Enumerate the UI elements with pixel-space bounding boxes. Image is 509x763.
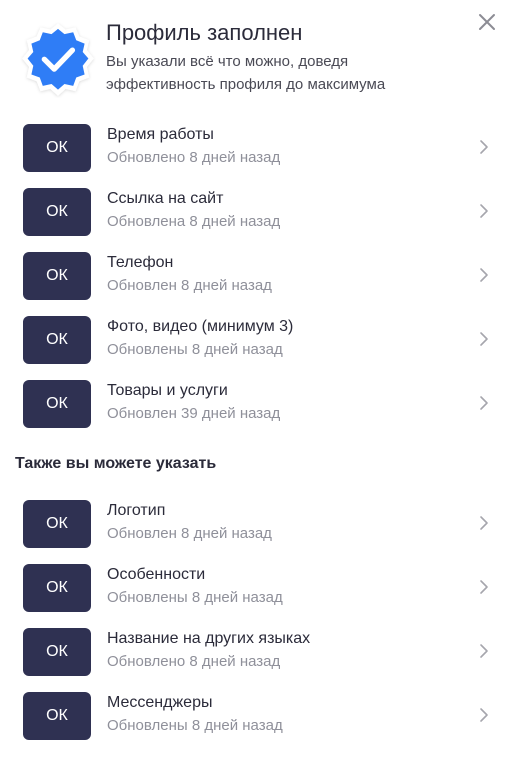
- item-title: Ссылка на сайт: [107, 190, 224, 207]
- page-subtitle: Вы указали всё что можно, доведя эффекти…: [106, 53, 386, 93]
- section-heading: Также вы можете указать: [15, 455, 217, 472]
- chevron-right-icon: [480, 708, 488, 722]
- page-title: Профиль заполнен: [106, 20, 303, 45]
- item-status: Обновлен 8 дней назад: [107, 525, 272, 542]
- chevron-right-icon: [480, 140, 488, 154]
- list-item-other-languages[interactable]: ОК Название на других языках Обновлено 8…: [23, 628, 491, 692]
- item-title: Мессенджеры: [107, 694, 213, 711]
- item-status: Обновлен 39 дней назад: [107, 405, 281, 422]
- list-item-logo[interactable]: ОК Логотип Обновлен 8 дней назад: [23, 500, 491, 564]
- list-item-work-hours[interactable]: ОК Время работы Обновлено 8 дней назад: [23, 124, 491, 188]
- list-item-website-link[interactable]: ОК Ссылка на сайт Обновлена 8 дней назад: [23, 188, 491, 252]
- item-status: Обновлены 8 дней назад: [107, 341, 283, 358]
- ok-button[interactable]: ОК: [23, 252, 91, 300]
- chevron-right-icon: [480, 644, 488, 658]
- ok-button[interactable]: ОК: [23, 380, 91, 428]
- list-item-features[interactable]: ОК Особенности Обновлены 8 дней назад: [23, 564, 491, 628]
- list-item-goods-services[interactable]: ОК Товары и услуги Обновлен 39 дней наза…: [23, 380, 491, 444]
- ok-button[interactable]: ОК: [23, 564, 91, 612]
- chevron-right-icon: [480, 580, 488, 594]
- item-status: Обновлен 8 дней назад: [107, 277, 272, 294]
- ok-button[interactable]: ОК: [23, 188, 91, 236]
- item-status: Обновлено 8 дней назад: [107, 149, 281, 166]
- ok-button[interactable]: ОК: [23, 628, 91, 676]
- chevron-right-icon: [480, 268, 488, 282]
- chevron-right-icon: [480, 396, 488, 410]
- item-status: Обновлена 8 дней назад: [107, 213, 281, 230]
- ok-button[interactable]: ОК: [23, 316, 91, 364]
- chevron-right-icon: [480, 516, 488, 530]
- list-item-messengers[interactable]: ОК Мессенджеры Обновлены 8 дней назад: [23, 692, 491, 756]
- item-status: Обновлены 8 дней назад: [107, 589, 283, 606]
- item-status: Обновлены 8 дней назад: [107, 717, 283, 734]
- item-title: Название на других языках: [107, 630, 311, 647]
- ok-button[interactable]: ОК: [23, 692, 91, 740]
- item-title: Время работы: [107, 126, 214, 143]
- chevron-right-icon: [480, 332, 488, 346]
- profile-complete-header: Профиль заполнен Вы указали всё что можн…: [14, 14, 479, 104]
- item-title: Логотип: [107, 502, 166, 519]
- optional-items-list: ОК Логотип Обновлен 8 дней назад ОК Особ…: [23, 500, 491, 756]
- list-item-phone[interactable]: ОК Телефон Обновлен 8 дней назад: [23, 252, 491, 316]
- item-title: Телефон: [107, 254, 174, 271]
- item-status: Обновлено 8 дней назад: [107, 653, 281, 670]
- item-title: Особенности: [107, 566, 206, 583]
- chevron-right-icon: [480, 204, 488, 218]
- item-title: Товары и услуги: [107, 382, 228, 399]
- verified-check-icon: [22, 23, 94, 96]
- ok-button[interactable]: ОК: [23, 500, 91, 548]
- completed-items-list: ОК Время работы Обновлено 8 дней назад О…: [23, 124, 491, 444]
- list-item-photo-video[interactable]: ОК Фото, видео (минимум 3) Обновлены 8 д…: [23, 316, 491, 380]
- item-title: Фото, видео (минимум 3): [107, 318, 294, 335]
- ok-button[interactable]: ОК: [23, 124, 91, 172]
